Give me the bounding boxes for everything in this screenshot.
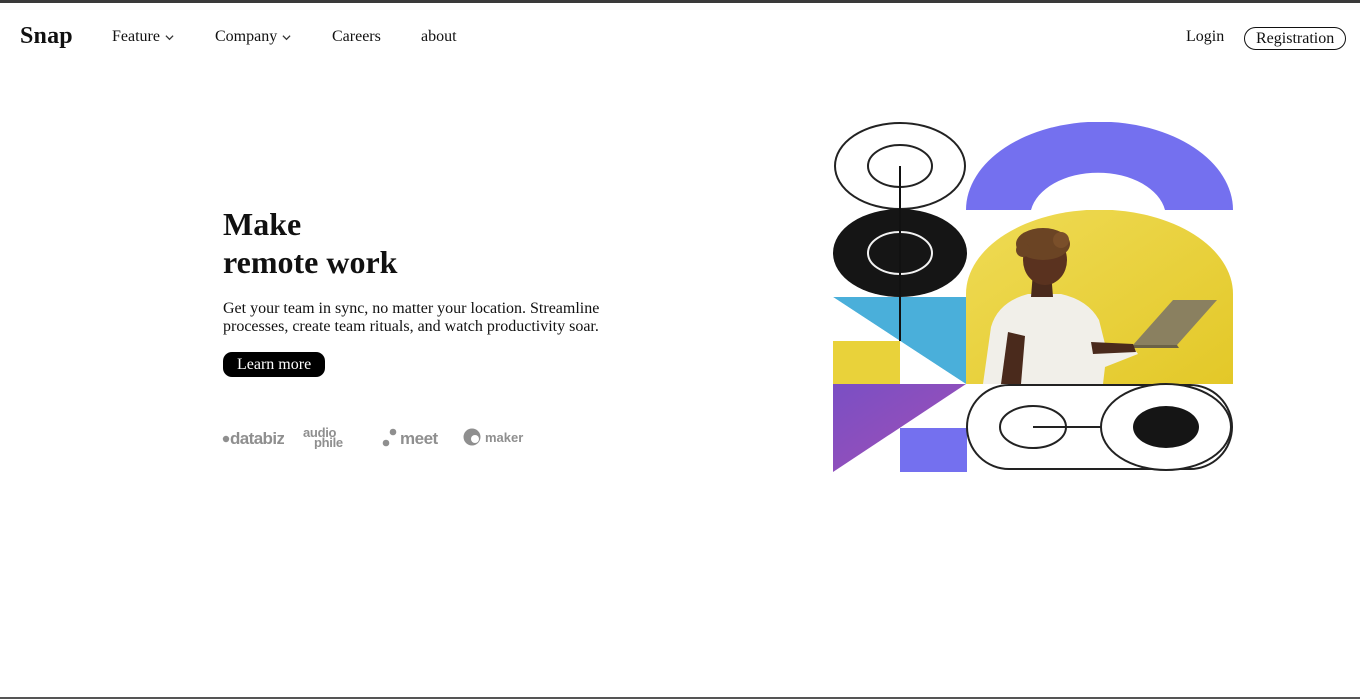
chevron-down-icon (282, 34, 291, 40)
maker-wordmark: maker (485, 430, 523, 445)
nav-item-label: about (421, 28, 457, 45)
databiz-wordmark: databiz (230, 429, 284, 448)
nav-item-label: Feature (112, 28, 160, 45)
hero-illustration (833, 122, 1233, 472)
logo[interactable]: Snap (20, 23, 73, 50)
chevron-down-icon (165, 34, 174, 40)
hero-title: Make remote work (223, 205, 397, 281)
audiophile-wordmark-bottom: phile (314, 435, 343, 449)
hero-description: Get your team in sync, no matter your lo… (223, 300, 600, 335)
nav-item-about[interactable]: about (421, 28, 457, 46)
nav-item-feature[interactable]: Feature (112, 28, 174, 46)
audiophile-logo: audio phile (302, 425, 364, 449)
nav-item-careers[interactable]: Careers (332, 28, 381, 46)
databiz-logo: databiz (222, 425, 286, 449)
maker-logo: maker (462, 425, 526, 449)
hero-title-line: Make (223, 206, 302, 242)
login-link[interactable]: Login (1186, 28, 1224, 46)
top-navigation: Snap Feature Company Careers about Login… (0, 3, 1360, 71)
nav-item-label: Careers (332, 28, 381, 45)
learn-more-button[interactable]: Learn more (223, 352, 326, 377)
hero-title-line: remote work (223, 244, 398, 280)
meet-wordmark: meet (400, 429, 439, 448)
registration-button[interactable]: Registration (1244, 27, 1347, 50)
nav-item-label: Company (215, 28, 278, 45)
nav-item-company[interactable]: Company (215, 28, 291, 46)
meet-logo: meet (382, 425, 446, 449)
